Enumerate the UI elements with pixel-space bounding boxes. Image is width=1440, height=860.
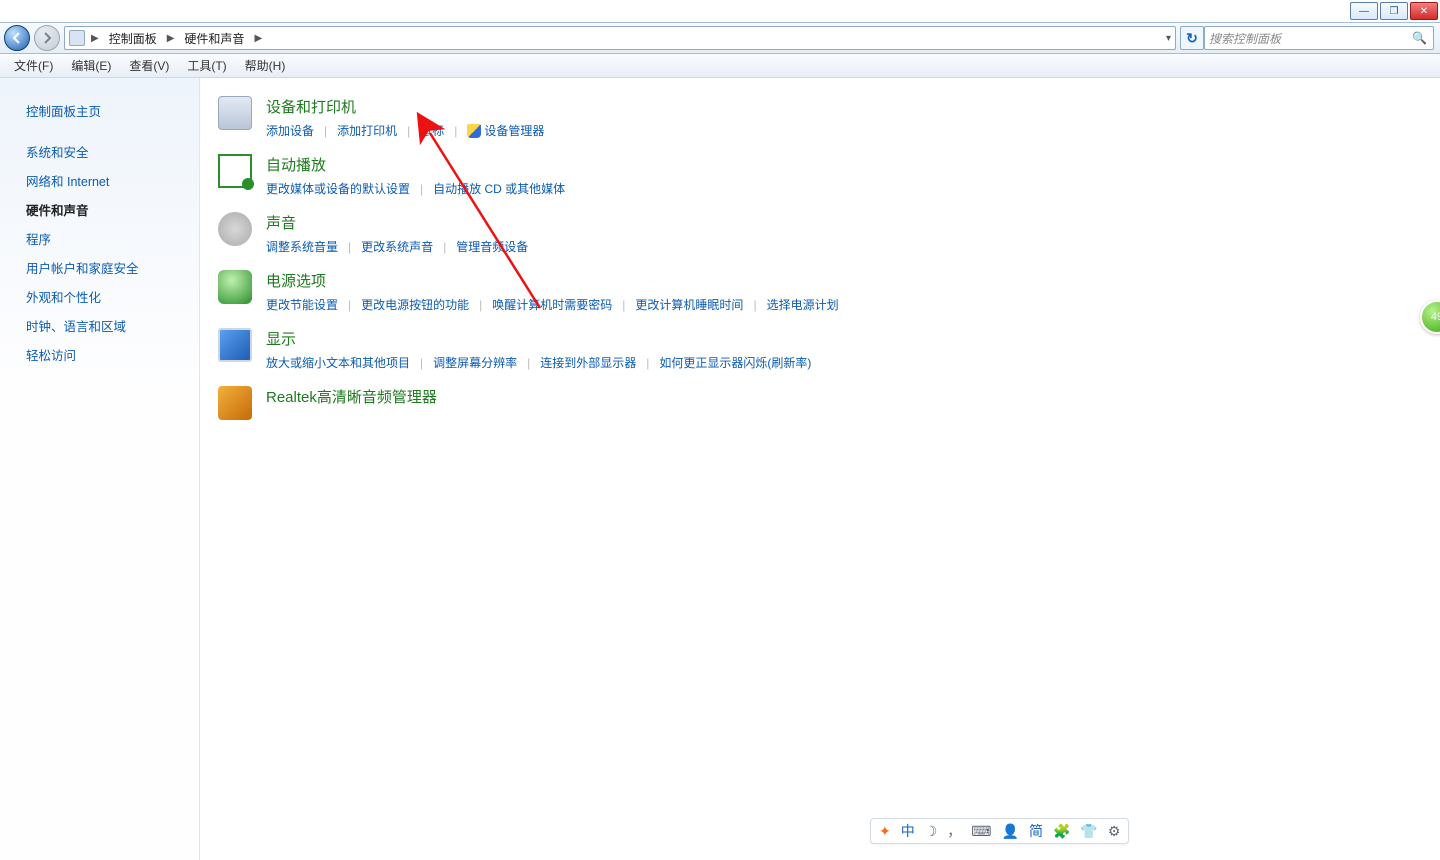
link-change-sleep-time[interactable]: 更改计算机睡眠时间 — [635, 295, 743, 314]
category-title[interactable]: 显示 — [266, 328, 1422, 349]
category-title[interactable]: 声音 — [266, 212, 1422, 233]
category-title[interactable]: 电源选项 — [266, 270, 1422, 291]
link-separator: | — [338, 240, 361, 254]
autoplay-icon — [218, 154, 252, 188]
menu-help[interactable]: 帮助(H) — [239, 55, 292, 76]
link-separator: | — [397, 124, 420, 138]
battery-icon — [218, 270, 252, 304]
category-sound: 声音 调整系统音量 | 更改系统声音 | 管理音频设备 — [218, 212, 1422, 256]
ime-jian-indicator[interactable]: 简 — [1029, 821, 1043, 841]
sidebar-item-ease-of-access[interactable]: 轻松访问 — [26, 340, 199, 369]
link-change-media-defaults[interactable]: 更改媒体或设备的默认设置 — [266, 179, 410, 198]
arrow-right-icon — [41, 32, 53, 44]
sidebar-item-appearance[interactable]: 外观和个性化 — [26, 282, 199, 311]
search-icon[interactable]: 🔍 — [1412, 31, 1427, 45]
sidebar-item-user-accounts[interactable]: 用户帐户和家庭安全 — [26, 253, 199, 282]
link-separator: | — [612, 298, 635, 312]
link-separator: | — [743, 298, 766, 312]
sidebar-item-hardware-sound[interactable]: 硬件和声音 — [26, 195, 199, 224]
link-require-password-on-wake[interactable]: 唤醒计算机时需要密码 — [492, 295, 612, 314]
ime-cn-indicator[interactable]: 中 — [901, 821, 915, 841]
chevron-right-icon: ▶ — [165, 33, 177, 44]
menu-view[interactable]: 查看(V) — [123, 55, 175, 76]
chevron-right-icon: ▶ — [89, 33, 101, 44]
minimize-button[interactable]: — — [1350, 2, 1378, 20]
link-power-button-action[interactable]: 更改电源按钮的功能 — [361, 295, 469, 314]
ime-keyboard-icon[interactable]: ⌨ — [971, 823, 991, 840]
link-mouse[interactable]: 鼠标 — [420, 121, 444, 140]
ime-puzzle-icon[interactable]: 🧩 — [1053, 823, 1070, 840]
search-input[interactable]: 搜索控制面板 🔍 — [1204, 26, 1434, 50]
monitor-icon — [218, 328, 252, 362]
link-manage-audio-devices[interactable]: 管理音频设备 — [456, 237, 528, 256]
link-change-power-saving[interactable]: 更改节能设置 — [266, 295, 338, 314]
control-panel-icon — [69, 30, 85, 46]
link-separator: | — [433, 240, 456, 254]
link-autoplay-cd[interactable]: 自动播放 CD 或其他媒体 — [433, 179, 565, 198]
sidebar-item-programs[interactable]: 程序 — [26, 224, 199, 253]
sidebar-item-clock-language[interactable]: 时钟、语言和区域 — [26, 311, 199, 340]
link-add-printer[interactable]: 添加打印机 — [337, 121, 397, 140]
chevron-right-icon: ▶ — [252, 33, 264, 44]
main-content: 设备和打印机 添加设备 | 添加打印机 | 鼠标 | 设备管理器 自动播放 更改… — [200, 78, 1440, 860]
dropdown-chevron-icon[interactable]: ▾ — [1166, 33, 1171, 44]
breadcrumb-root[interactable]: 控制面板 — [105, 28, 161, 49]
ime-settings-icon[interactable]: ⚙ — [1108, 823, 1121, 840]
breadcrumb-current[interactable]: 硬件和声音 — [180, 28, 248, 49]
category-title[interactable]: 自动播放 — [266, 154, 1422, 175]
realtek-icon — [218, 386, 252, 420]
link-screen-resolution[interactable]: 调整屏幕分辨率 — [433, 353, 517, 372]
link-separator: | — [410, 182, 433, 196]
link-adjust-volume[interactable]: 调整系统音量 — [266, 237, 338, 256]
link-separator: | — [314, 124, 337, 138]
sidebar: 控制面板主页 系统和安全 网络和 Internet 硬件和声音 程序 用户帐户和… — [0, 78, 200, 860]
ime-punct-indicator[interactable]: ， — [947, 821, 961, 841]
category-autoplay: 自动播放 更改媒体或设备的默认设置 | 自动播放 CD 或其他媒体 — [218, 154, 1422, 198]
address-toolbar: ▶ 控制面板 ▶ 硬件和声音 ▶ ▾ ↻ 搜索控制面板 🔍 — [0, 22, 1440, 54]
link-separator: | — [517, 356, 540, 370]
printer-icon — [218, 96, 252, 130]
link-fix-flicker-refresh-rate[interactable]: 如何更正显示器闪烁(刷新率) — [659, 353, 811, 372]
link-add-device[interactable]: 添加设备 — [266, 121, 314, 140]
nav-back-button[interactable] — [4, 25, 30, 51]
menu-tools[interactable]: 工具(T) — [181, 55, 232, 76]
ime-person-icon[interactable]: 👤 — [1002, 823, 1019, 840]
link-separator: | — [410, 356, 433, 370]
uac-shield-icon — [467, 124, 481, 138]
ime-moon-icon[interactable]: ☽ — [925, 823, 938, 840]
link-separator: | — [469, 298, 492, 312]
nav-forward-button[interactable] — [34, 25, 60, 51]
window-controls: — ❐ ✕ — [1348, 0, 1440, 22]
link-change-system-sounds[interactable]: 更改系统声音 — [361, 237, 433, 256]
menu-file[interactable]: 文件(F) — [8, 55, 59, 76]
category-realtek-audio: Realtek高清晰音频管理器 — [218, 386, 1422, 420]
category-power-options: 电源选项 更改节能设置 | 更改电源按钮的功能 | 唤醒计算机时需要密码 | 更… — [218, 270, 1422, 314]
link-text-size[interactable]: 放大或缩小文本和其他项目 — [266, 353, 410, 372]
refresh-button[interactable]: ↻ — [1180, 26, 1204, 50]
close-button[interactable]: ✕ — [1410, 2, 1438, 20]
link-connect-external-display[interactable]: 连接到外部显示器 — [540, 353, 636, 372]
link-separator: | — [338, 298, 361, 312]
category-devices-printers: 设备和打印机 添加设备 | 添加打印机 | 鼠标 | 设备管理器 — [218, 96, 1422, 140]
sidebar-home[interactable]: 控制面板主页 — [26, 96, 199, 125]
menu-bar: 文件(F) 编辑(E) 查看(V) 工具(T) 帮助(H) — [0, 54, 1440, 78]
category-display: 显示 放大或缩小文本和其他项目 | 调整屏幕分辨率 | 连接到外部显示器 | 如… — [218, 328, 1422, 372]
ime-tray: ✦ 中 ☽ ， ⌨ 👤 简 🧩 👕 ⚙ — [870, 818, 1129, 844]
sidebar-item-system-security[interactable]: 系统和安全 — [26, 137, 199, 166]
speaker-icon — [218, 212, 252, 246]
breadcrumb-bar[interactable]: ▶ 控制面板 ▶ 硬件和声音 ▶ ▾ — [64, 26, 1176, 50]
link-choose-power-plan[interactable]: 选择电源计划 — [767, 295, 839, 314]
category-title[interactable]: 设备和打印机 — [266, 96, 1422, 117]
arrow-left-icon — [11, 32, 23, 44]
ime-logo-icon[interactable]: ✦ — [879, 823, 891, 840]
menu-edit[interactable]: 编辑(E) — [65, 55, 117, 76]
link-separator: | — [636, 356, 659, 370]
sidebar-item-network-internet[interactable]: 网络和 Internet — [26, 166, 199, 195]
search-placeholder: 搜索控制面板 — [1209, 30, 1281, 47]
category-title[interactable]: Realtek高清晰音频管理器 — [266, 386, 1422, 407]
link-separator: | — [444, 124, 467, 138]
link-device-manager[interactable]: 设备管理器 — [484, 121, 544, 140]
ime-skin-icon[interactable]: 👕 — [1080, 823, 1097, 840]
maximize-button[interactable]: ❐ — [1380, 2, 1408, 20]
